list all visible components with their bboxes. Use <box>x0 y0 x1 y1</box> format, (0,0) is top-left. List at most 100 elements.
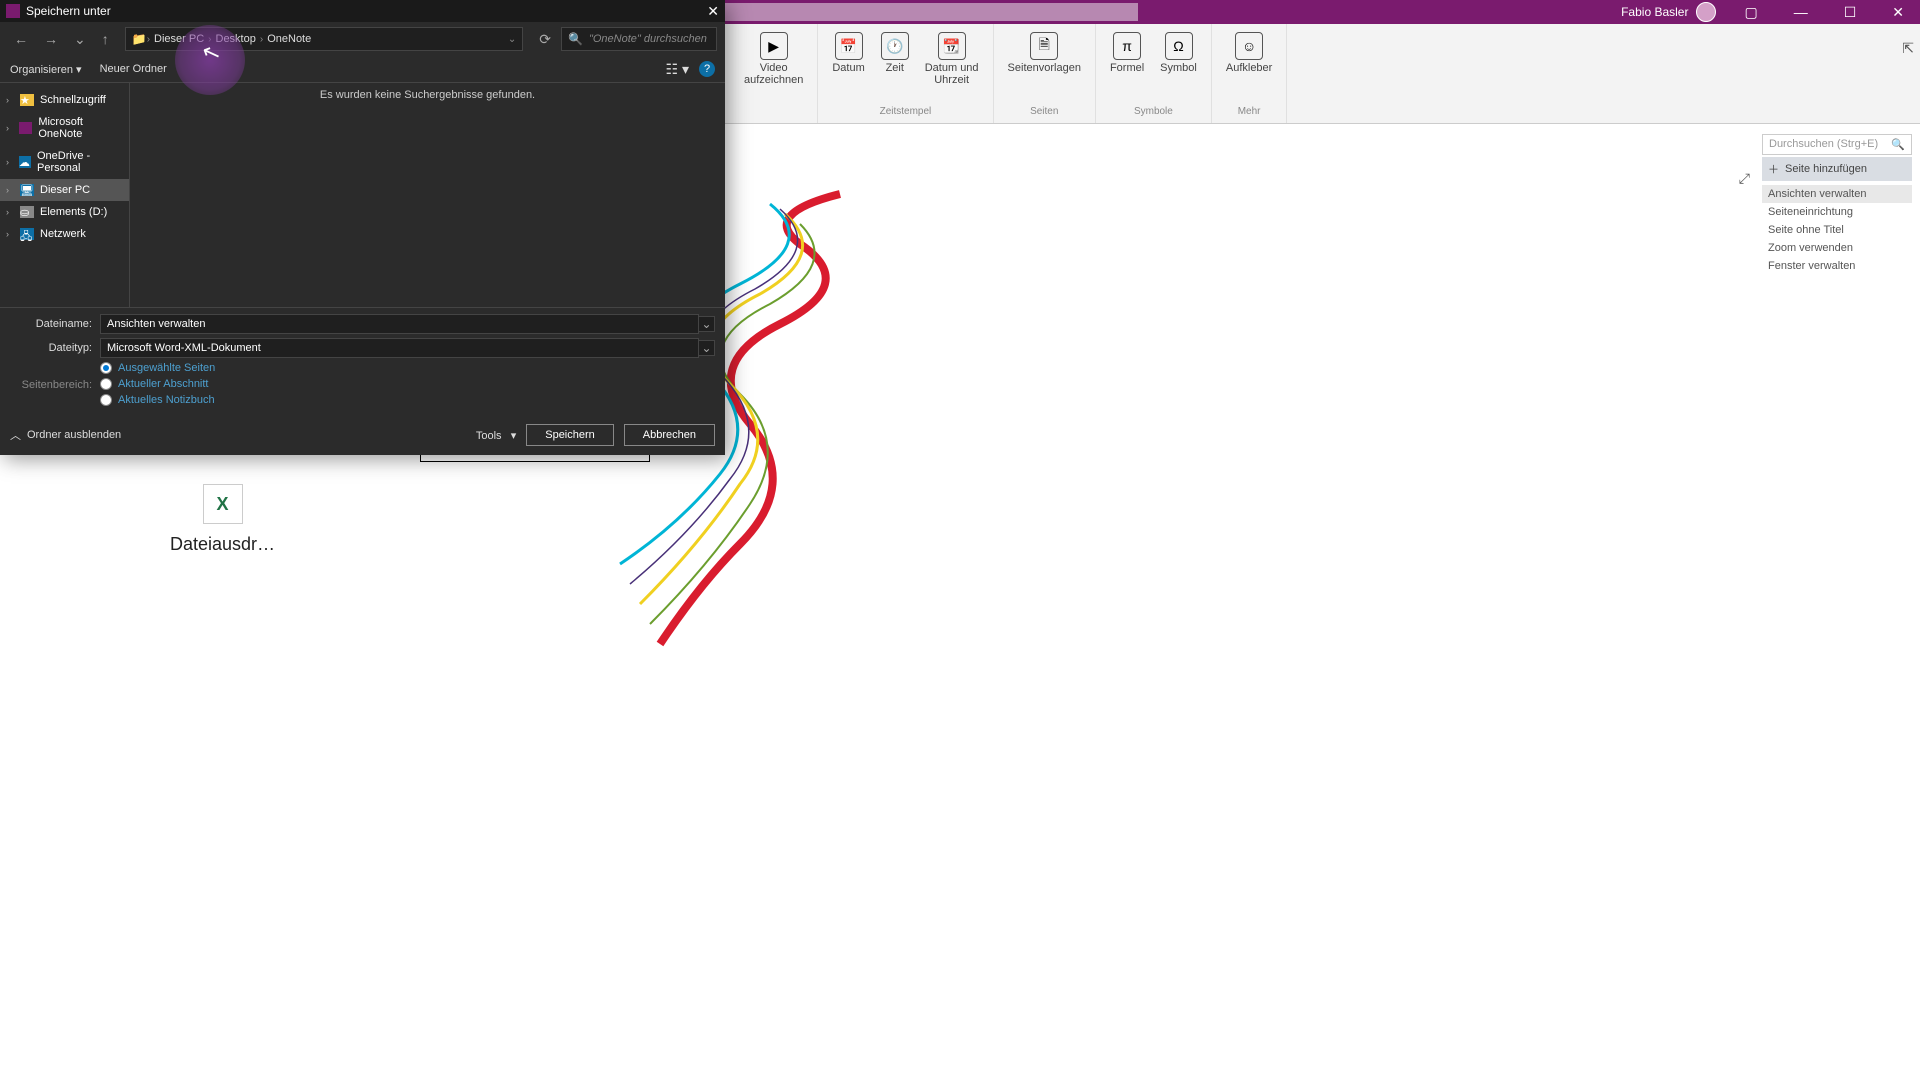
chevron-up-icon: ︿ <box>10 427 21 443</box>
folder-icon: 📁 <box>132 32 147 46</box>
ribbon-formula[interactable]: πFormel <box>1106 28 1148 78</box>
ribbon-label: Video aufzeichnen <box>744 62 803 86</box>
forward-icon[interactable]: → <box>38 29 64 49</box>
canvas-text-box[interactable] <box>420 454 650 462</box>
save-button[interactable]: Speichern <box>526 424 614 446</box>
dialog-nav: ← → ⌄ ↑ 📁 › Dieser PC › Desktop › OneNot… <box>0 22 725 56</box>
dialog-search[interactable]: 🔍 "OneNote" durchsuchen <box>561 27 717 51</box>
close-icon[interactable]: ✕ <box>1884 2 1912 23</box>
ribbon-symbol[interactable]: ΩSymbol <box>1156 28 1201 78</box>
ribbon-datum-zeit[interactable]: 📆Datum und Uhrzeit <box>921 28 983 90</box>
dialog-title-text: Speichern unter <box>26 4 111 18</box>
hide-folders-label: Ordner ausblenden <box>27 429 121 441</box>
dialog-footer: ︿ Ordner ausblenden Tools ▾ Speichern Ab… <box>0 418 725 452</box>
breadcrumb-item[interactable]: Dieser PC <box>150 33 208 45</box>
maximize-icon[interactable]: ☐ <box>1836 2 1865 23</box>
ribbon-label: Datum und Uhrzeit <box>925 62 979 86</box>
tree-label: OneDrive - Personal <box>37 150 123 174</box>
tree-item-thispc[interactable]: ›🖥Dieser PC <box>0 179 129 201</box>
radio-current-section[interactable] <box>100 378 112 390</box>
clock-icon: 🕐 <box>881 32 909 60</box>
filetype-dropdown-icon[interactable]: ⌄ <box>699 340 715 356</box>
tree-label: Schnellzugriff <box>40 94 106 106</box>
filename-input[interactable] <box>100 314 699 334</box>
add-page-label: Seite hinzufügen <box>1785 163 1867 175</box>
cancel-button[interactable]: Abbrechen <box>624 424 715 446</box>
radio-current-notebook[interactable] <box>100 394 112 406</box>
tree-item-onedrive[interactable]: ›☁OneDrive - Personal <box>0 145 129 179</box>
avatar <box>1696 2 1716 22</box>
user-info[interactable]: Fabio Basler <box>1621 2 1716 22</box>
tree-label: Dieser PC <box>40 184 90 196</box>
filetype-input[interactable] <box>100 338 699 358</box>
empty-results: Es wurden keine Suchergebnisse gefunden. <box>130 83 725 307</box>
dialog-body: ›★Schnellzugriff ›Microsoft OneNote ›☁On… <box>0 82 725 308</box>
organize-button[interactable]: Organisieren ▾ <box>10 63 82 76</box>
ribbon-label: Zeit <box>886 62 904 74</box>
dialog-app-icon <box>6 4 20 18</box>
filename-dropdown-icon[interactable]: ⌄ <box>699 316 715 332</box>
view-mode-icon[interactable]: ☷ ▾ <box>666 61 689 78</box>
radio-label: Ausgewählte Seiten <box>118 362 215 374</box>
save-dialog: Speichern unter ✕ ← → ⌄ ↑ 📁 › Dieser PC … <box>0 0 725 455</box>
ribbon-video[interactable]: ▶ Video aufzeichnen <box>740 28 807 90</box>
calendar-clock-icon: 📆 <box>938 32 966 60</box>
ribbon-zeit[interactable]: 🕐 Zeit <box>877 28 913 78</box>
ribbon-group-label: Symbole <box>1134 106 1173 119</box>
page-list: Ansichten verwalten Seiteneinrichtung Se… <box>1762 185 1912 275</box>
dialog-toolbar: Organisieren ▾ Neuer Ordner ☷ ▾ ? <box>0 56 725 82</box>
plus-icon: ＋ <box>1768 161 1779 177</box>
radio-selected-pages[interactable] <box>100 362 112 374</box>
radio-label: Aktueller Abschnitt <box>118 378 209 390</box>
close-icon[interactable]: ✕ <box>707 3 719 20</box>
add-page-button[interactable]: ＋ Seite hinzufügen <box>1762 157 1912 181</box>
file-label: Dateiausdr… <box>170 534 275 555</box>
back-icon[interactable]: ← <box>8 29 34 49</box>
tree-item-onenote[interactable]: ›Microsoft OneNote <box>0 111 129 145</box>
excel-file[interactable]: X Dateiausdr… <box>170 484 275 555</box>
page-item[interactable]: Seiteneinrichtung <box>1762 203 1912 221</box>
user-name: Fabio Basler <box>1621 5 1688 19</box>
right-panel: Durchsuchen (Strg+E) 🔍 ＋ Seite hinzufüge… <box>1762 134 1912 275</box>
page-item[interactable]: Seite ohne Titel <box>1762 221 1912 239</box>
hide-folders-button[interactable]: ︿ Ordner ausblenden <box>10 427 121 443</box>
minimize-icon[interactable]: — <box>1786 2 1816 22</box>
share-icon[interactable]: ⇱ <box>1902 40 1914 57</box>
breadcrumb-item[interactable]: OneNote <box>263 33 315 45</box>
page-item[interactable]: Ansichten verwalten <box>1762 185 1912 203</box>
up-icon[interactable]: ↑ <box>96 29 115 49</box>
ribbon-label: Datum <box>832 62 864 74</box>
tree-label: Microsoft OneNote <box>38 116 123 140</box>
tree-item-quickaccess[interactable]: ›★Schnellzugriff <box>0 89 129 111</box>
video-icon: ▶ <box>760 32 788 60</box>
pi-icon: π <box>1113 32 1141 60</box>
search-placeholder: Durchsuchen (Strg+E) <box>1769 138 1878 151</box>
folder-tree: ›★Schnellzugriff ›Microsoft OneNote ›☁On… <box>0 83 130 307</box>
new-folder-button[interactable]: Neuer Ordner <box>100 63 167 76</box>
ribbon-label: Aufkleber <box>1226 62 1272 74</box>
ribbon-label: Seitenvorlagen <box>1008 62 1081 74</box>
dialog-titlebar: Speichern unter ✕ <box>0 0 725 22</box>
page-item[interactable]: Zoom verwenden <box>1762 239 1912 257</box>
tools-button[interactable]: Tools ▾ <box>476 429 516 442</box>
tree-item-elements[interactable]: ›⛀Elements (D:) <box>0 201 129 223</box>
ribbon-datum[interactable]: 📅 Datum <box>828 28 868 78</box>
history-dropdown-icon[interactable]: ⌄ <box>68 29 92 50</box>
expand-icon[interactable]: ⤢ <box>1739 170 1750 187</box>
page-search[interactable]: Durchsuchen (Strg+E) 🔍 <box>1762 134 1912 155</box>
ribbon-templates[interactable]: 🗎Seitenvorlagen <box>1004 28 1085 78</box>
breadcrumb-item[interactable]: Desktop <box>212 33 260 45</box>
smile-icon: ☺ <box>1235 32 1263 60</box>
breadcrumb[interactable]: 📁 › Dieser PC › Desktop › OneNote ⌄ <box>125 27 524 51</box>
tree-item-network[interactable]: ›🖧Netzwerk <box>0 223 129 245</box>
search-placeholder: "OneNote" durchsuchen <box>589 33 707 45</box>
tree-label: Elements (D:) <box>40 206 107 218</box>
ribbon-sticker[interactable]: ☺ Aufkleber <box>1222 28 1276 78</box>
breadcrumb-dropdown-icon[interactable]: ⌄ <box>508 34 516 45</box>
refresh-icon[interactable]: ⟳ <box>533 29 557 50</box>
help-icon[interactable]: ? <box>699 61 715 77</box>
page-item[interactable]: Fenster verwalten <box>1762 257 1912 275</box>
range-label: Seitenbereich: <box>10 379 100 391</box>
calendar-icon: 📅 <box>835 32 863 60</box>
window-restore-icon[interactable]: ▢ <box>1736 2 1765 23</box>
